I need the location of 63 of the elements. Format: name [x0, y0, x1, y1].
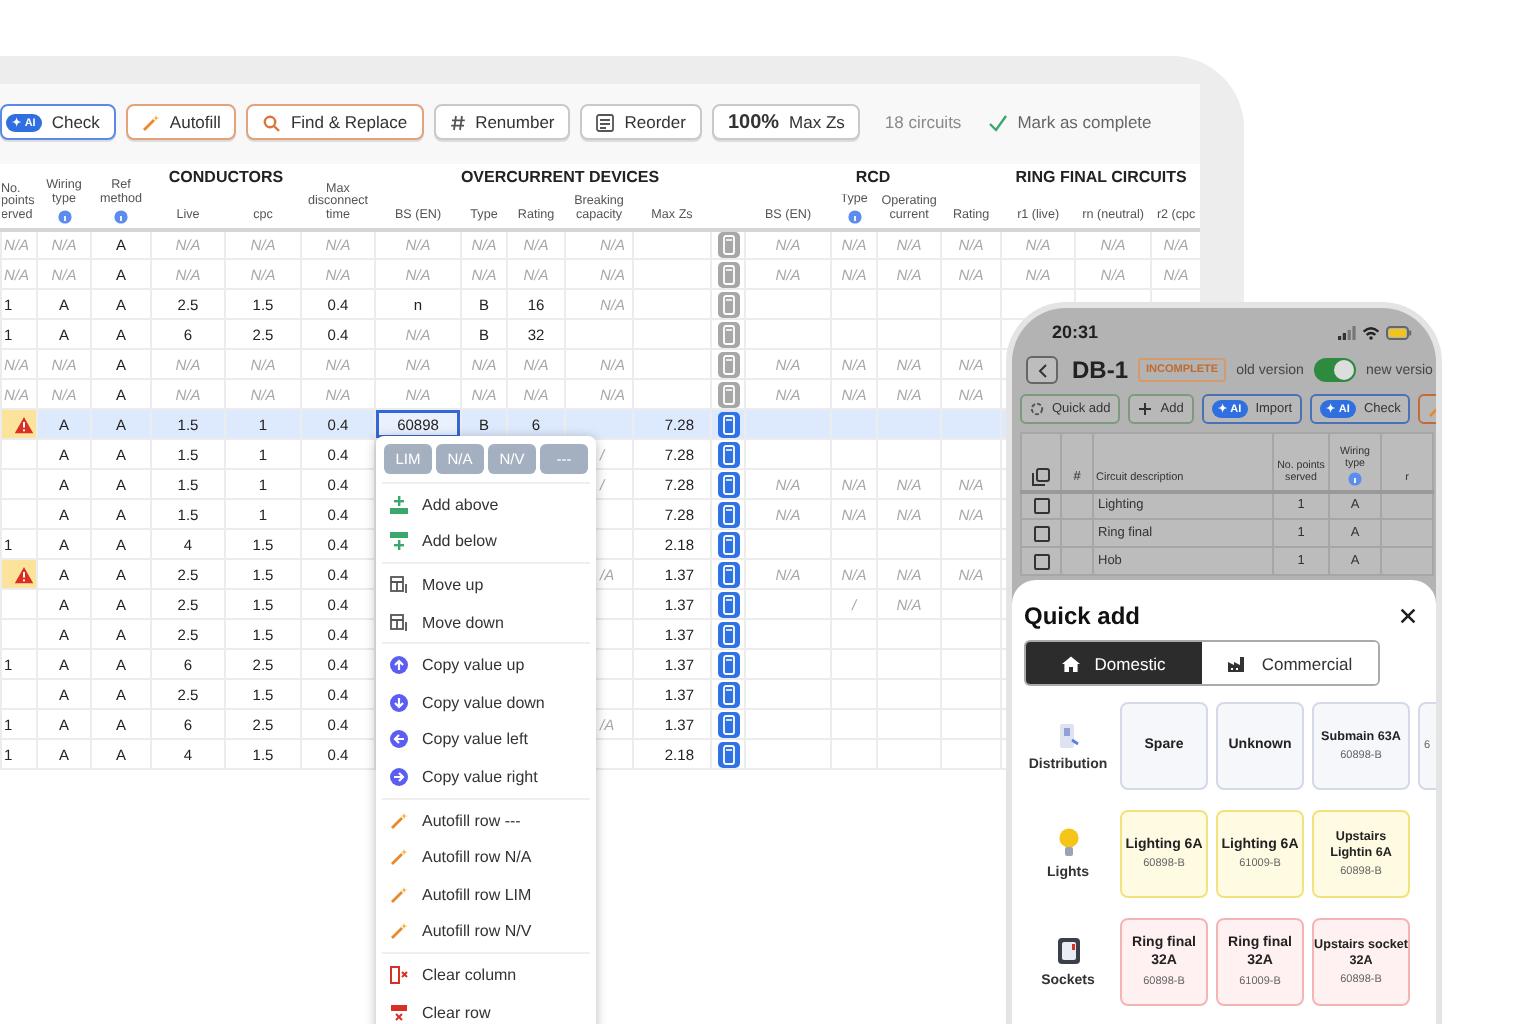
warning-icon	[14, 415, 34, 434]
column-group-header: RING FINAL CIRCUITS	[1015, 168, 1187, 187]
signal-icon	[1338, 325, 1356, 339]
hash-icon	[449, 113, 466, 131]
house-icon	[1062, 655, 1081, 671]
menu-item[interactable]: Clear row	[382, 993, 590, 1024]
toolbar-button[interactable]: 100% Max Zs	[711, 104, 861, 140]
checkbox[interactable]	[1033, 525, 1049, 541]
wand-icon	[390, 885, 408, 904]
back-button[interactable]	[1026, 356, 1058, 384]
column-group-header: RCD	[855, 168, 891, 187]
toolbar-button[interactable]: Find & Replace	[246, 104, 424, 140]
wand-icon	[390, 922, 408, 941]
mark-complete-button[interactable]: Mark as complete	[987, 112, 1152, 132]
battery-icon	[1386, 325, 1412, 339]
warning-icon	[14, 565, 34, 584]
factory-icon	[1227, 655, 1248, 671]
menu-item[interactable]: Copy value up	[382, 646, 590, 684]
column-group-header: OVERCURRENT DEVICES	[460, 168, 660, 187]
arrow-down-icon	[390, 693, 408, 712]
copy-icon	[1032, 467, 1050, 485]
circuit-count: 18 circuits	[884, 112, 962, 132]
clear-column-icon	[390, 965, 408, 984]
checkbox[interactable]	[1033, 497, 1049, 514]
column-group-header: CONDUCTORS	[168, 168, 284, 187]
arrow-up-icon	[390, 656, 408, 675]
close-icon	[1400, 608, 1416, 624]
add-row-icon	[390, 532, 408, 551]
tab[interactable]: Domestic	[1026, 642, 1202, 684]
chevron-left-icon	[1037, 363, 1047, 377]
menu-item[interactable]: Add below	[382, 523, 590, 561]
menu-item[interactable]: Autofill row N/V	[382, 913, 590, 951]
menu-item[interactable]: Move down	[382, 603, 590, 641]
version-toggle[interactable]	[1313, 358, 1356, 382]
sheet-title: Quick add	[1024, 602, 1141, 630]
check-icon	[987, 113, 1008, 131]
light-bulb-icon	[1057, 828, 1079, 858]
menu-item[interactable]: Autofill row N/A	[382, 838, 590, 876]
checkbox[interactable]	[1033, 553, 1049, 569]
socket-icon	[1055, 936, 1081, 966]
plus-icon	[1138, 402, 1153, 416]
wand-icon	[141, 113, 160, 131]
wand-icon	[390, 848, 408, 867]
toolbar-button[interactable]: Renumber	[433, 104, 571, 140]
wifi-icon	[1362, 325, 1380, 339]
breaker-icon	[1056, 721, 1080, 749]
board-title: DB-1	[1072, 356, 1129, 384]
wand-icon	[390, 811, 408, 830]
search-icon	[262, 113, 281, 131]
status-time: 20:31	[1052, 322, 1099, 342]
table-icon	[390, 613, 408, 632]
menu-item[interactable]: Copy value right	[382, 758, 590, 796]
arrow-left-icon	[390, 730, 408, 749]
toolbar-button[interactable]: Reorder	[580, 104, 702, 140]
table-icon	[390, 575, 408, 594]
menu-item[interactable]: Clear column	[382, 956, 590, 994]
menu-item[interactable]: Autofill row ---	[382, 801, 590, 839]
toolbar-button[interactable]: Autofill	[125, 104, 237, 140]
menu-item[interactable]: Autofill row LIM	[382, 875, 590, 914]
list-icon	[596, 113, 615, 131]
clear-row-icon	[390, 1003, 408, 1022]
arrow-right-icon	[390, 767, 408, 786]
add-row-icon	[390, 495, 408, 514]
